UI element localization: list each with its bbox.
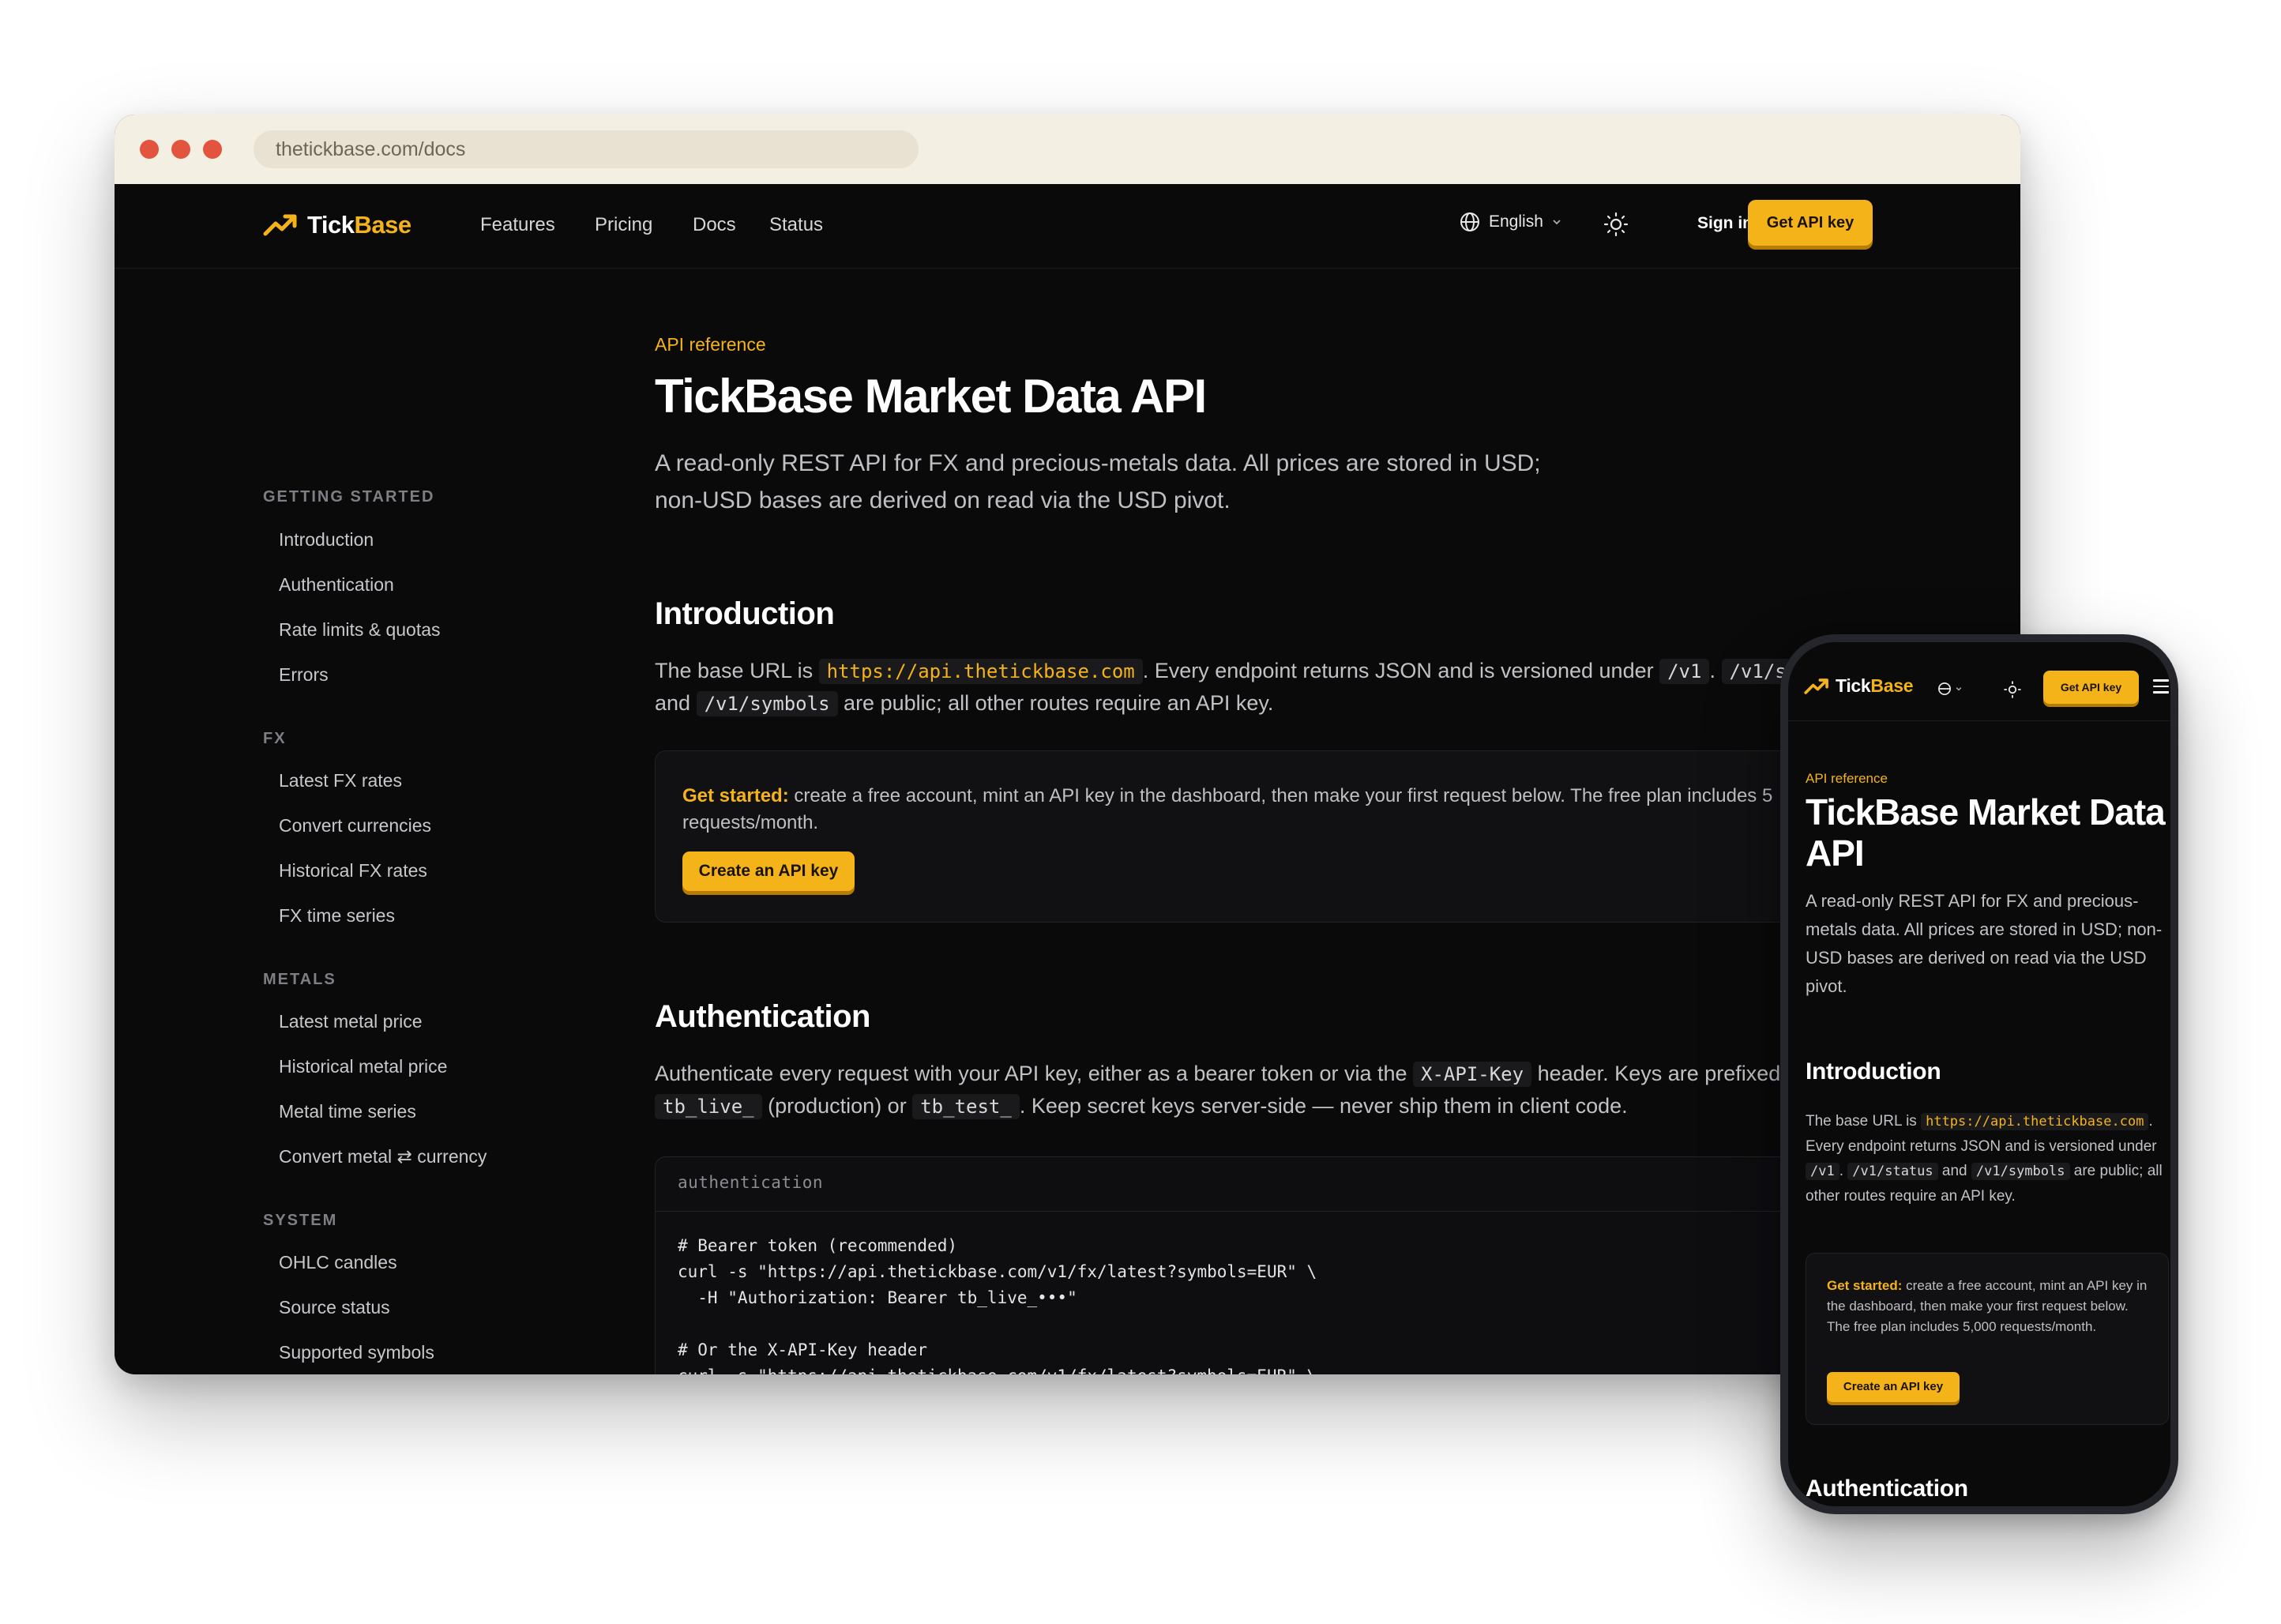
theme-toggle-sun-icon[interactable]: [2003, 680, 2022, 699]
base-url-code: https://api.thetickbase.com: [818, 659, 1143, 684]
brand-logo[interactable]: TickBase: [263, 209, 411, 241]
sidebar-section-title: GETTING STARTED: [263, 488, 435, 506]
code-block-title: authentication: [678, 1173, 824, 1192]
sidebar-item-errors[interactable]: Errors: [279, 664, 329, 686]
sidebar-section-title: SYSTEM: [263, 1212, 338, 1229]
window-minimize-button[interactable]: [171, 140, 190, 159]
section-heading-authentication: Authentication: [1806, 1476, 1968, 1502]
base-url-code: https://api.thetickbase.com: [1921, 1113, 2149, 1130]
window-close-button[interactable]: [140, 140, 159, 159]
brand-name: TickBase: [1836, 675, 1914, 696]
trend-up-icon: [263, 214, 297, 236]
mobile-phone-frame: TickBase Get API key API reference TickB…: [1780, 634, 2178, 1514]
x-api-key-code: X-API-Key: [1413, 1062, 1532, 1087]
mobile-navbar: TickBase Get API key: [1788, 642, 2170, 721]
page-title: TickBase Market Data API: [655, 370, 1207, 423]
section-heading-introduction: Introduction: [655, 596, 835, 631]
section-heading-authentication: Authentication: [655, 999, 870, 1034]
callout-text: Get started: create a free account, mint…: [1827, 1278, 2148, 1334]
window-maximize-button[interactable]: [203, 140, 222, 159]
language-selector[interactable]: [1937, 680, 1971, 697]
test-prefix-code: tb_test_: [912, 1094, 1020, 1119]
sidebar-item-introduction[interactable]: Introduction: [279, 529, 374, 551]
sidebar-item-latest-metal-price[interactable]: Latest metal price: [279, 1011, 423, 1032]
sidebar-item-metal-time-series[interactable]: Metal time series: [279, 1101, 416, 1122]
sidebar-section-title: FX: [263, 730, 287, 747]
nav-link-features[interactable]: Features: [480, 214, 555, 236]
create-api-key-button[interactable]: Create an API key: [1827, 1372, 1960, 1402]
chevron-down-icon: [1956, 687, 1962, 691]
create-api-key-button[interactable]: Create an API key: [682, 851, 855, 891]
sidebar-item-supported-symbols[interactable]: Supported symbols: [279, 1342, 434, 1363]
sidebar-item-historical-metal-price[interactable]: Historical metal price: [279, 1056, 447, 1077]
sidebar-item-convert-currencies[interactable]: Convert currencies: [279, 815, 431, 836]
v1-code: /v1: [1806, 1163, 1839, 1180]
status-path-code: /v1/status: [1847, 1163, 1938, 1180]
sidebar-item-convert-metal-currency[interactable]: Convert metal ⇄ currency: [279, 1146, 487, 1167]
page-eyebrow: API reference: [655, 334, 766, 355]
symbols-path-code: /v1/symbols: [1971, 1163, 2070, 1180]
globe-icon: [1938, 682, 1951, 695]
desktop-browser-window: thetickbase.com/docs TickBase Features P…: [115, 115, 2020, 1374]
sidebar-item-authentication[interactable]: Authentication: [279, 574, 394, 596]
page-lede: A read-only REST API for FX and precious…: [1806, 891, 2163, 996]
symbols-path-code: /v1/symbols: [696, 691, 838, 716]
brand-logo[interactable]: TickBase: [1804, 675, 1914, 697]
trend-up-icon: [1804, 678, 1828, 694]
mobile-screen: TickBase Get API key API reference TickB…: [1788, 642, 2170, 1506]
get-api-key-button[interactable]: Get API key: [2043, 671, 2139, 704]
brand-name: TickBase: [307, 211, 411, 239]
live-prefix-code: tb_live_: [655, 1094, 762, 1119]
page-eyebrow: API reference: [1806, 771, 1888, 786]
sidebar-item-historical-fx-rates[interactable]: Historical FX rates: [279, 860, 427, 882]
get-started-callout: Get started: create a free account, mint…: [1806, 1253, 2169, 1425]
sidebar-item-ohlc-candles[interactable]: OHLC candles: [279, 1252, 397, 1273]
page-title: TickBase Market Data API: [1806, 791, 2166, 874]
code-block-body: # Bearer token (recommended) curl -s "htt…: [678, 1236, 1317, 1374]
sidebar-section-title: METALS: [263, 971, 336, 988]
sidebar-item-fx-time-series[interactable]: FX time series: [279, 905, 395, 927]
nav-link-pricing[interactable]: Pricing: [595, 214, 652, 236]
section-heading-introduction: Introduction: [1806, 1058, 1941, 1085]
v1-code: /v1: [1659, 659, 1710, 684]
sidebar-item-latest-fx-rates[interactable]: Latest FX rates: [279, 770, 402, 791]
sidebar-item-source-status[interactable]: Source status: [279, 1297, 390, 1318]
hamburger-menu-icon[interactable]: [2153, 679, 2169, 694]
page-lede: A read-only REST API for FX and precious…: [655, 450, 1541, 513]
sidebar-item-rate-limits[interactable]: Rate limits & quotas: [279, 619, 441, 641]
intro-paragraph: The base URL is https://api.thetickbase.…: [1806, 1113, 2163, 1205]
